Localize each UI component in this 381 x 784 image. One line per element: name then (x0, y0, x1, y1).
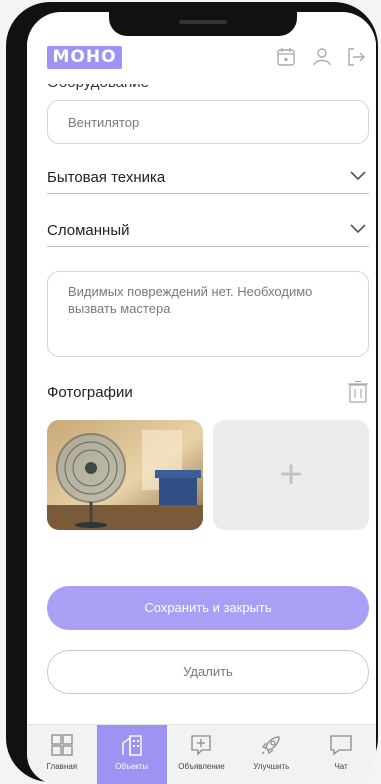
plus-icon: + (279, 452, 303, 497)
tab-chat[interactable]: Чат (306, 725, 376, 784)
rocket-icon (261, 736, 280, 755)
phone-frame: Оборудование Вентилятор Бытовая техника … (6, 2, 378, 784)
save-and-close-button[interactable]: Сохранить и закрыть (47, 586, 369, 630)
app-header: МОНО (27, 40, 376, 84)
description-value: Видимых повреждений нет. Необходимо вызв… (68, 284, 313, 316)
calendar-icon[interactable] (275, 46, 297, 68)
equipment-field[interactable]: Вентилятор (47, 100, 369, 144)
photos-title: Фотографии (47, 384, 133, 401)
announcement-icon (191, 735, 212, 756)
description-textarea[interactable]: Видимых повреждений нет. Необходимо вызв… (47, 271, 369, 357)
fan-photo[interactable] (47, 420, 203, 530)
tab-announcement[interactable]: Объявление (167, 725, 237, 784)
grid-icon (51, 734, 73, 756)
tab-home[interactable]: Главная (27, 725, 97, 784)
chevron-down-icon (350, 171, 366, 181)
building-icon (121, 735, 142, 756)
chat-icon (330, 735, 352, 756)
fan-photo-image (47, 420, 203, 530)
add-photo-button[interactable]: + (213, 420, 369, 530)
category-value: Бытовая техника (47, 169, 166, 186)
tab-announcement-label: Объявление (178, 762, 225, 771)
user-icon[interactable] (311, 46, 333, 68)
delete-button[interactable]: Удалить (47, 650, 369, 694)
logout-icon[interactable] (345, 46, 367, 68)
chevron-down-icon (350, 224, 366, 234)
speaker-slot (179, 20, 227, 24)
tab-improve-label: Улучшить (253, 762, 290, 771)
device-notch (109, 12, 297, 36)
tab-home-label: Главная (46, 762, 78, 771)
category-select[interactable]: Бытовая техника (47, 164, 369, 194)
app-screen: Оборудование Вентилятор Бытовая техника … (27, 12, 376, 784)
equipment-value: Вентилятор (68, 115, 140, 130)
tab-objects[interactable]: Объекты (96, 725, 167, 784)
condition-select[interactable]: Сломанный (47, 217, 369, 247)
tab-objects-label: Объекты (115, 762, 149, 771)
mono-logo[interactable]: МОНО (47, 46, 122, 69)
trash-icon[interactable] (347, 380, 369, 404)
bottom-tab-bar: Главная Объекты Объявление Улучшить Чат (27, 724, 376, 784)
tab-chat-label: Чат (334, 762, 348, 771)
condition-value: Сломанный (47, 222, 130, 239)
tab-improve[interactable]: Улучшить (236, 725, 306, 784)
